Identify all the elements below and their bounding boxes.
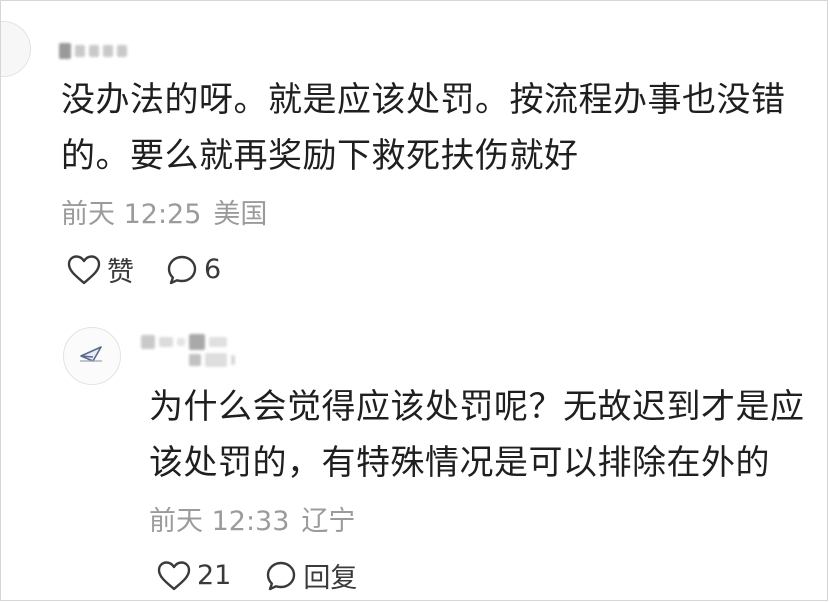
avatar[interactable] <box>1 21 31 77</box>
paper-plane-avatar-icon <box>79 344 105 368</box>
reply-body: 为什么会觉得应该处罚呢？无故迟到才是应 该处罚的，有特殊情况是可以排除在外的 <box>149 379 805 491</box>
reply-username-redacted[interactable] <box>141 334 227 350</box>
reply-count: 6 <box>204 254 222 285</box>
reply-like-button[interactable]: 21 <box>157 560 231 591</box>
comment-location: 美国 <box>213 199 268 230</box>
comment-line: 没办法的呀。就是应该处罚。按流程办事也没错 <box>61 80 786 120</box>
like-button[interactable]: 赞 <box>67 250 134 289</box>
reply-username-redacted-2 <box>189 353 235 367</box>
like-label: 赞 <box>107 257 134 288</box>
reply-actions: 21 回复 <box>157 556 357 595</box>
comment-actions: 赞 6 <box>67 250 221 289</box>
comment-reply-button[interactable]: 6 <box>166 254 221 286</box>
reply-timestamp: 前天 12:33 <box>149 506 290 537</box>
reply-location: 辽宁 <box>301 506 356 537</box>
reply-like-count: 21 <box>197 560 232 591</box>
reply-reply-button[interactable]: 回复 <box>265 556 357 595</box>
heart-outline-icon <box>157 560 191 591</box>
speech-bubble-outline-icon <box>166 254 198 286</box>
comment-thread: 没办法的呀。就是应该处罚。按流程办事也没错 的。要么就再奖励下救死扶伤就好 前天… <box>0 0 828 601</box>
speech-bubble-outline-icon <box>265 560 297 592</box>
comment-timestamp: 前天 12:25 <box>61 199 202 230</box>
heart-outline-icon <box>67 254 101 285</box>
comment-line: 的。要么就再奖励下救死扶伤就好 <box>61 136 579 176</box>
comment-body: 没办法的呀。就是应该处罚。按流程办事也没错 的。要么就再奖励下救死扶伤就好 <box>61 72 786 184</box>
reply-avatar[interactable] <box>63 327 121 385</box>
reply-line: 为什么会觉得应该处罚呢？无故迟到才是应 <box>149 387 805 427</box>
comment-meta: 前天 12:25 美国 <box>61 192 267 231</box>
reply-label: 回复 <box>303 563 358 594</box>
reply-line: 该处罚的，有特殊情况是可以排除在外的 <box>149 443 770 483</box>
reply-meta: 前天 12:33 辽宁 <box>149 499 355 538</box>
username-redacted[interactable] <box>59 43 127 59</box>
